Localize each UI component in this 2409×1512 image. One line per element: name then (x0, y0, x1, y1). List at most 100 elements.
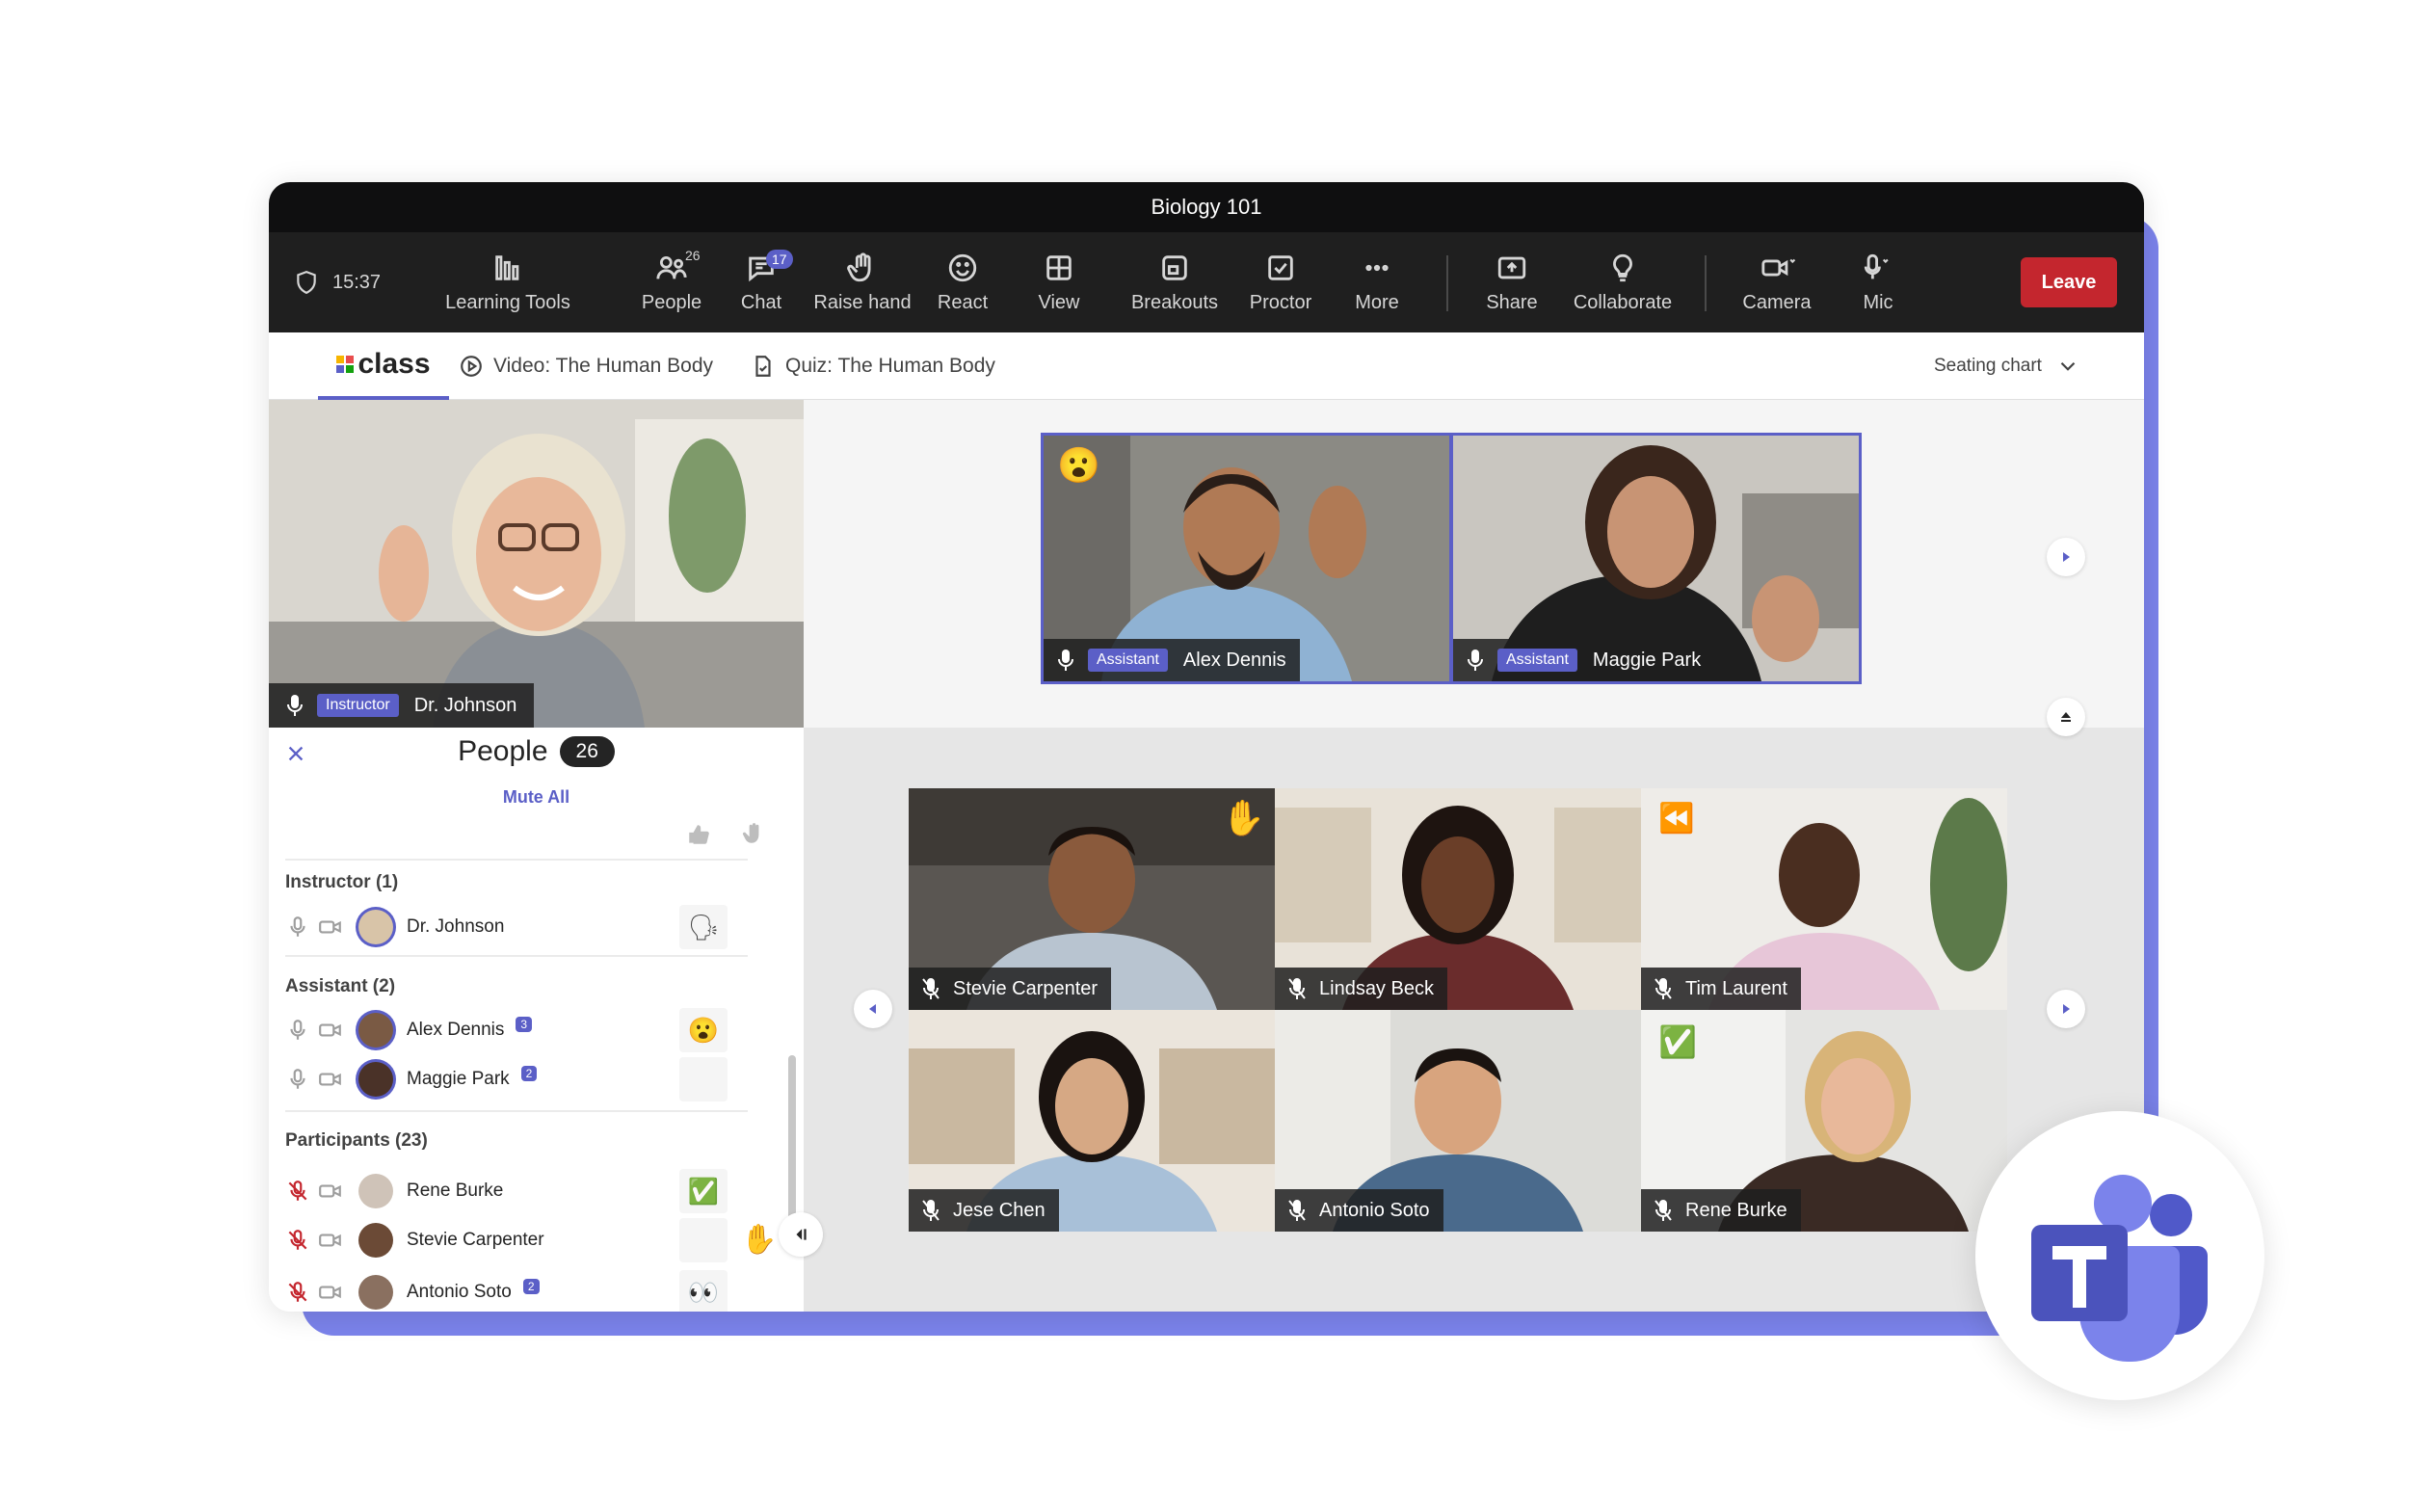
share-label: Share (1486, 291, 1538, 313)
mic-off-icon (922, 978, 940, 999)
breakouts-label: Breakouts (1130, 291, 1219, 313)
gallery-tile[interactable]: Jese Chen (909, 1010, 1275, 1232)
mic-off-icon (1288, 1200, 1306, 1221)
react-label: React (937, 291, 989, 313)
list-item[interactable]: Antonio Soto 2 (285, 1270, 748, 1312)
featured-tile-maggie[interactable]: Assistant Maggie Park (1453, 436, 1859, 681)
list-item[interactable]: Stevie Carpenter (285, 1218, 748, 1262)
class-logo-tab[interactable]: class (318, 332, 449, 400)
learning-tools-button[interactable]: Learning Tools (445, 232, 570, 332)
mic-icon (287, 695, 303, 716)
people-title: People (458, 735, 548, 767)
chat-count-badge: 17 (766, 250, 793, 269)
status-speaking: 🗣 (679, 905, 728, 949)
camera-icon (319, 1286, 341, 1299)
chevron-left-icon (869, 1004, 876, 1014)
breakouts-button[interactable]: Breakouts (1117, 232, 1232, 332)
gallery-tile[interactable]: ✅ Rene Burke (1641, 1010, 2007, 1232)
view-label: View (1038, 291, 1080, 313)
proctor-button[interactable]: Proctor (1232, 232, 1329, 332)
chevron-right-icon (2063, 1004, 2070, 1014)
chat-button[interactable]: Chat 17 (728, 232, 795, 332)
eject-icon (2061, 712, 2071, 722)
mic-off-icon (288, 1180, 307, 1201)
avatar (358, 910, 393, 944)
collapse-featured-button[interactable] (2047, 698, 2085, 736)
status-empty (679, 1057, 728, 1101)
hand-icon (847, 252, 871, 281)
people-count: 26 (559, 736, 615, 767)
collapse-panel-button[interactable] (779, 1212, 823, 1257)
mic-label: Mic (1863, 291, 1893, 313)
camera-button[interactable]: Camera (1724, 232, 1830, 332)
people-header: People 26 (269, 735, 804, 768)
tab-quiz[interactable]: Quiz: The Human Body (751, 332, 995, 400)
gallery-tile[interactable]: ⏪ Tim Laurent (1641, 788, 2007, 1010)
seating-chart-dropdown[interactable]: Seating chart (1934, 332, 2080, 400)
avatar (358, 1062, 393, 1097)
raise-hand-button[interactable]: Raise hand (808, 232, 916, 332)
class-logo-text: class (357, 348, 431, 380)
section-participants: Participants (23) (285, 1130, 428, 1151)
hand-icon[interactable] (741, 820, 766, 847)
avatar (358, 1174, 393, 1208)
mic-off-icon (922, 1200, 940, 1221)
people-button[interactable]: People 26 (633, 232, 710, 332)
gallery-prev-button[interactable] (854, 990, 892, 1028)
page: Biology 101 15:37 Learning Tools People … (0, 0, 2409, 1512)
collaborate-button[interactable]: Collaborate (1560, 232, 1685, 332)
status-reaction: 😮 (679, 1008, 728, 1052)
mic-button[interactable]: Mic (1840, 232, 1917, 332)
mic-icon (290, 1020, 305, 1040)
tab-video[interactable]: Video: The Human Body (459, 332, 713, 400)
participant-name: Jese Chen (953, 1199, 1046, 1221)
people-label: People (641, 291, 702, 313)
gallery-tile[interactable]: Antonio Soto (1275, 1010, 1641, 1232)
react-button[interactable]: React (924, 232, 1001, 332)
gallery-tile[interactable]: ✋ Stevie Carpenter (909, 788, 1275, 1010)
more-button[interactable]: More (1329, 232, 1425, 332)
list-item[interactable]: Rene Burke (285, 1169, 748, 1213)
mic-icon (290, 916, 305, 937)
mic-icon (1058, 650, 1073, 671)
list-item[interactable]: Dr. Johnson (285, 905, 748, 949)
mic-off-icon (1655, 978, 1672, 999)
camera-icon (319, 1023, 341, 1037)
status-eyes: 👀 (679, 1270, 728, 1312)
view-button[interactable]: View (1020, 232, 1098, 332)
gallery-nametag: Stevie Carpenter (909, 968, 1112, 1010)
member-name: Antonio Soto (407, 1282, 512, 1302)
list-item[interactable]: Alex Dennis 3 (285, 1008, 748, 1052)
mute-all-link[interactable]: Mute All (269, 787, 804, 808)
reaction-emoji: ⏪ (1658, 803, 1695, 835)
member-name: Rene Burke (407, 1180, 504, 1201)
featured-next-button[interactable] (2047, 538, 2085, 576)
thumbs-up-icon[interactable] (686, 822, 711, 847)
gallery-nametag: Rene Burke (1641, 1189, 1801, 1232)
gallery-nametag: Antonio Soto (1275, 1189, 1443, 1232)
avatar (358, 1275, 393, 1310)
camera-icon (319, 920, 341, 934)
class-logo-icon (336, 356, 355, 373)
featured-tile-alex[interactable]: 😮 Assistant Alex Dennis (1044, 436, 1449, 681)
camera-icon (319, 1073, 341, 1086)
leave-button[interactable]: Leave (2021, 257, 2117, 307)
instructor-video: Instructor Dr. Johnson (269, 400, 804, 728)
people-panel: People 26 Mute All Instructor (1) Dr. Jo… (269, 728, 804, 1312)
camera-label: Camera (1742, 291, 1812, 313)
chat-count-badge: 2 (522, 1279, 540, 1294)
avatar (358, 1223, 393, 1258)
gallery-nametag: Lindsay Beck (1275, 968, 1447, 1010)
featured-nametag: Assistant Alex Dennis (1044, 639, 1300, 681)
assistant-role-badge: Assistant (1497, 649, 1577, 672)
raised-hand-indicator: ✋ (741, 1224, 778, 1256)
instructor-nametag: Instructor Dr. Johnson (269, 683, 535, 728)
chat-count-badge: 2 (520, 1066, 538, 1081)
chat-count-badge: 3 (516, 1017, 533, 1032)
teams-logo-icon (2031, 1175, 2208, 1362)
gallery-next-button[interactable] (2047, 990, 2085, 1028)
list-item[interactable]: Maggie Park 2 (285, 1057, 748, 1101)
mic-off-icon (1288, 978, 1306, 999)
share-button[interactable]: Share (1473, 232, 1550, 332)
gallery-tile[interactable]: Lindsay Beck (1275, 788, 1641, 1010)
